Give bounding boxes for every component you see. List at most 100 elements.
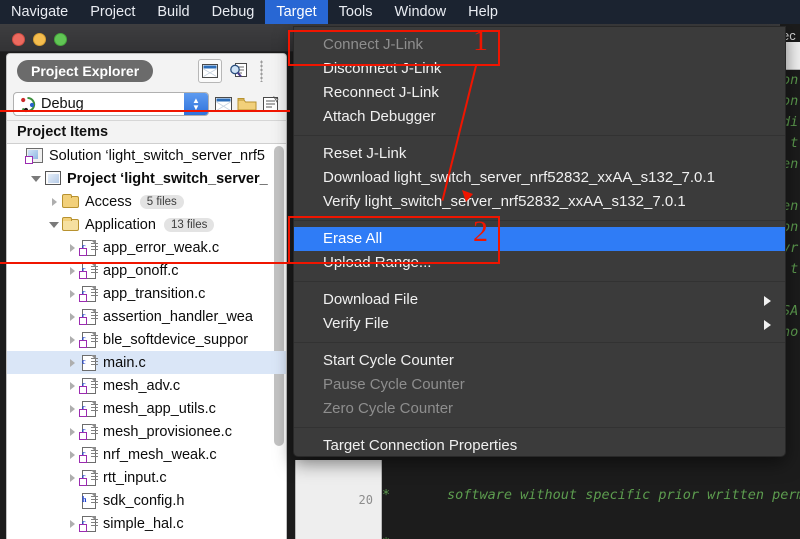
panel-icon[interactable] [214, 92, 232, 116]
window-traffic-lights[interactable] [12, 33, 67, 46]
chevron-right-icon[interactable] [65, 473, 79, 482]
menu-build[interactable]: Build [146, 0, 200, 24]
chevron-down-icon[interactable] [29, 175, 43, 182]
menu-item-target-connection-properties[interactable]: Target Connection Properties [294, 434, 785, 456]
file-count-badge: 5 files [139, 194, 184, 209]
tree-item-label: app_error_weak.c [103, 239, 220, 256]
tree-item[interactable]: c ble_softdevice_suppor [7, 328, 286, 351]
chevron-right-icon[interactable] [65, 358, 79, 367]
configuration-stepper[interactable]: ▲ ▼ [184, 93, 208, 115]
chevron-right-icon[interactable] [65, 335, 79, 344]
tree-item-label: mesh_app_utils.c [103, 400, 216, 417]
close-window-button[interactable] [12, 33, 25, 46]
menu-item-reconnect-j-link[interactable]: Reconnect J-Link [294, 81, 785, 105]
tree-item-label: Solution ‘light_switch_server_nrf5 [49, 147, 265, 164]
column-header-project-items: Project Items [7, 120, 286, 144]
code-line: * [382, 535, 800, 539]
target-menu[interactable]: Connect J-Link Disconnect J-Link Reconnect… [293, 26, 786, 457]
menu-item-label: Reconnect J-Link [323, 84, 439, 101]
code-line: * software without specific prior writte… [382, 487, 800, 503]
editor-gutter: 20 [295, 460, 382, 539]
panel-icon[interactable] [198, 59, 222, 83]
chevron-right-icon[interactable] [65, 450, 79, 459]
tree-item[interactable]: c mesh_provisionee.c [7, 420, 286, 443]
tree-item[interactable]: c mesh_app_utils.c [7, 397, 286, 420]
menu-project[interactable]: Project [79, 0, 146, 24]
tree-item[interactable]: h sdk_config.h [7, 489, 286, 512]
menu-item-verify-file[interactable]: Verify File [294, 312, 785, 336]
menu-target[interactable]: Target [265, 0, 328, 24]
menu-separator [294, 135, 785, 136]
chevron-right-icon[interactable] [65, 243, 79, 252]
tree-item[interactable]: Solution ‘light_switch_server_nrf5 [7, 144, 286, 167]
panel-drag-handle[interactable] [260, 60, 263, 82]
c-file-icon: c [79, 262, 99, 279]
menu-item-reset-j-link[interactable]: Reset J-Link [294, 142, 785, 166]
configuration-select[interactable]: Debug ▲ ▼ [13, 92, 209, 116]
search-doc-icon[interactable] [227, 59, 251, 83]
tree-item[interactable]: c app_onoff.c [7, 259, 286, 282]
chevron-right-icon [764, 296, 771, 306]
menu-debug[interactable]: Debug [201, 0, 266, 24]
chevron-right-icon[interactable] [65, 381, 79, 390]
project-explorer-title: Project Explorer [17, 60, 154, 82]
menu-item-attach-debugger[interactable]: Attach Debugger [294, 105, 785, 129]
tree-item[interactable]: c rtt_input.c [7, 466, 286, 489]
menu-navigate[interactable]: Navigate [0, 0, 79, 24]
tree-item-label: assertion_handler_wea [103, 308, 253, 325]
tree-item[interactable]: c nrf_mesh_weak.c [7, 443, 286, 466]
tree-item-label: app_onoff.c [103, 262, 179, 279]
tree-item[interactable]: c app_error_weak.c [7, 236, 286, 259]
chevron-right-icon[interactable] [65, 427, 79, 436]
solution-icon [25, 147, 45, 164]
menu-item-label: Download light_switch_server_nrf52832_xx… [323, 169, 715, 186]
tree-item[interactable]: c main.c [7, 351, 286, 374]
project-tree[interactable]: Solution ‘light_switch_server_nrf5 Projec… [7, 144, 286, 539]
menu-tools[interactable]: Tools [328, 0, 384, 24]
menu-window[interactable]: Window [384, 0, 458, 24]
tree-item-label: ble_softdevice_suppor [103, 331, 249, 348]
chevron-right-icon[interactable] [65, 312, 79, 321]
chevron-right-icon[interactable] [65, 289, 79, 298]
tree-item[interactable]: Application 13 files [7, 213, 286, 236]
chevron-down-icon[interactable] [47, 221, 61, 228]
menu-item-disconnect-j-link[interactable]: Disconnect J-Link [294, 57, 785, 81]
menu-item-upload-range[interactable]: Upload Range... [294, 251, 785, 275]
minimize-window-button[interactable] [33, 33, 46, 46]
menu-item-zero-cycle-counter: Zero Cycle Counter [294, 397, 785, 421]
editor-code-text: * software without specific prior writte… [382, 455, 800, 539]
properties-icon[interactable] [262, 92, 280, 116]
tree-item[interactable]: c assertion_handler_wea [7, 305, 286, 328]
menu-help[interactable]: Help [457, 0, 509, 24]
chevron-right-icon[interactable] [65, 404, 79, 413]
menu-item-start-cycle-counter[interactable]: Start Cycle Counter [294, 349, 785, 373]
folder-open-icon [61, 216, 81, 233]
tree-item-label: Project ‘light_switch_server_ [67, 170, 268, 187]
c-file-icon: c [79, 239, 99, 256]
menu-item-label: Zero Cycle Counter [323, 400, 454, 417]
chevron-right-icon [764, 320, 771, 330]
folder-icon [61, 193, 81, 210]
tree-item[interactable]: Project ‘light_switch_server_ [7, 167, 286, 190]
tree-item[interactable]: Bearer12 files [7, 535, 286, 539]
c-file-icon: c [79, 515, 99, 532]
c-file-icon: c [79, 400, 99, 417]
chevron-right-icon[interactable] [65, 266, 79, 275]
menu-item-erase-all[interactable]: Erase All [294, 227, 785, 251]
menu-item-pause-cycle-counter: Pause Cycle Counter [294, 373, 785, 397]
menu-item-download-file[interactable]: Download File [294, 288, 785, 312]
tree-item[interactable]: c app_transition.c [7, 282, 286, 305]
chevron-right-icon[interactable] [65, 519, 79, 528]
tree-item-label: sdk_config.h [103, 492, 185, 509]
tree-item[interactable]: Access 5 files [7, 190, 286, 213]
menu-item-verify-light-switch-server-nrf52832-xxaa-s132-7-0-1[interactable]: Verify light_switch_server_nrf52832_xxAA… [294, 190, 785, 214]
stepper-down-icon: ▼ [192, 103, 200, 112]
chevron-right-icon[interactable] [47, 197, 61, 206]
zoom-window-button[interactable] [54, 33, 67, 46]
menu-bar[interactable]: Navigate Project Build Debug Target Tools Wind… [0, 0, 800, 24]
menu-item-label: Verify File [323, 315, 389, 332]
tree-item[interactable]: c simple_hal.c [7, 512, 286, 535]
menu-item-download-light-switch-server-nrf52832-xxaa-s132-7-0-1[interactable]: Download light_switch_server_nrf52832_xx… [294, 166, 785, 190]
tree-item[interactable]: c mesh_adv.c [7, 374, 286, 397]
new-folder-icon[interactable] [237, 92, 257, 116]
